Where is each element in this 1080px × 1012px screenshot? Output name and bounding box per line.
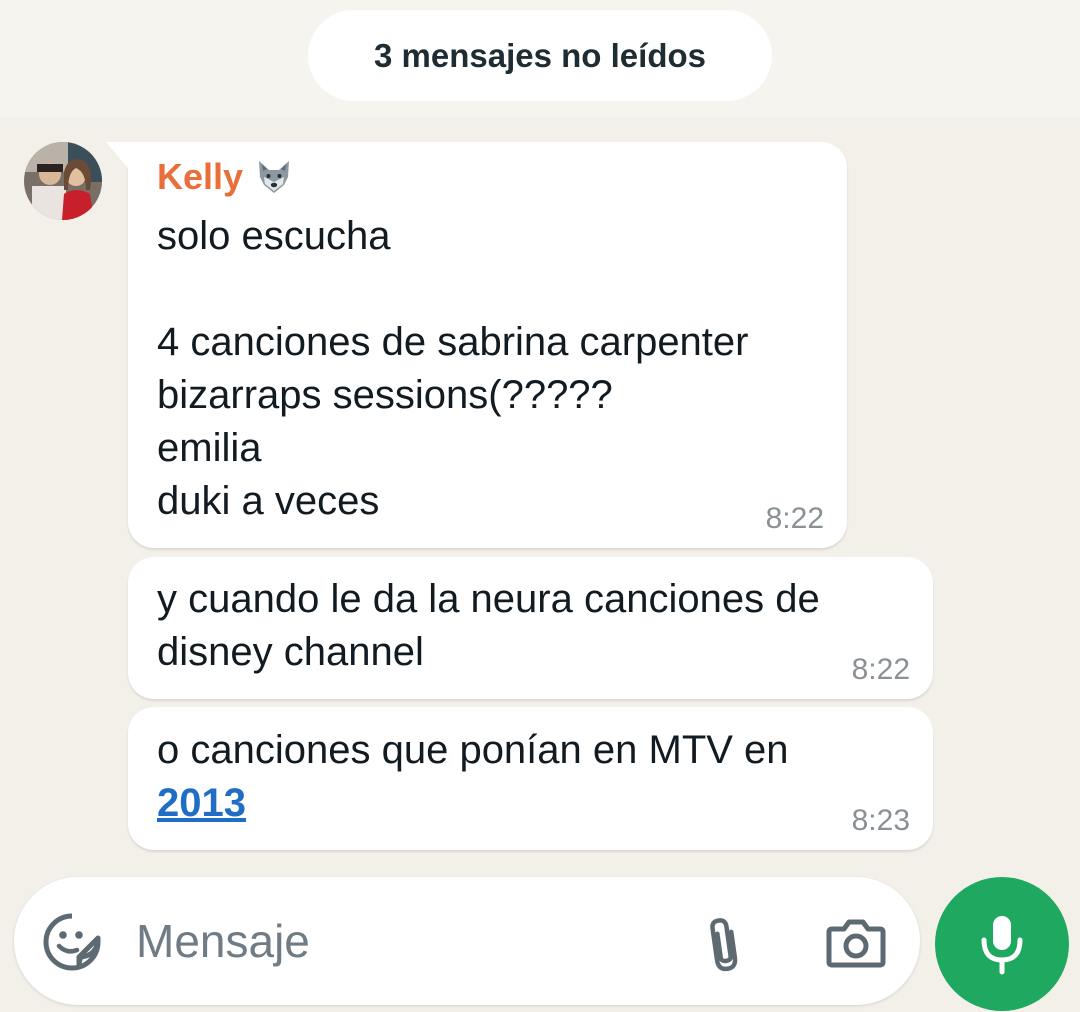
bubble-tail — [106, 142, 128, 168]
wolf-icon — [259, 161, 290, 193]
message-time: 8:22 — [765, 502, 824, 535]
message-bubble[interactable]: Kelly solo escucha 4 canciones de sabrin… — [106, 142, 847, 548]
message-time: 8:22 — [851, 653, 910, 686]
sender-name[interactable]: Kelly — [157, 156, 243, 198]
message-text: y cuando le da la neura canciones de dis… — [157, 577, 820, 674]
avatar[interactable] — [24, 142, 102, 220]
paperclip-icon[interactable] — [700, 913, 748, 977]
unread-banner-area: 3 mensajes no leídos — [0, 0, 1080, 118]
message-bubble[interactable]: o canciones que ponían en MTV en 2013 8:… — [128, 707, 933, 850]
message-text: solo escucha 4 canciones de sabrina carp… — [157, 214, 749, 523]
unread-messages-text: 3 mensajes no leídos — [374, 36, 706, 74]
message-bubble[interactable]: y cuando le da la neura canciones de dis… — [128, 557, 933, 699]
unread-messages-badge: 3 mensajes no leídos — [308, 10, 772, 101]
sticker-icon[interactable] — [41, 911, 103, 973]
sender-row: Kelly — [157, 156, 293, 198]
camera-icon[interactable] — [826, 917, 886, 969]
message-text-container: o canciones que ponían en MTV en 2013 — [157, 724, 789, 830]
message-link[interactable]: 2013 — [157, 781, 246, 825]
avatar-photo — [24, 142, 102, 220]
microphone-icon — [981, 916, 1023, 975]
microphone-button[interactable] — [935, 877, 1069, 1011]
message-text: o canciones que ponían en MTV en — [157, 728, 789, 772]
message-composer — [14, 877, 920, 1005]
message-input[interactable] — [136, 899, 676, 983]
message-time: 8:23 — [851, 804, 910, 837]
